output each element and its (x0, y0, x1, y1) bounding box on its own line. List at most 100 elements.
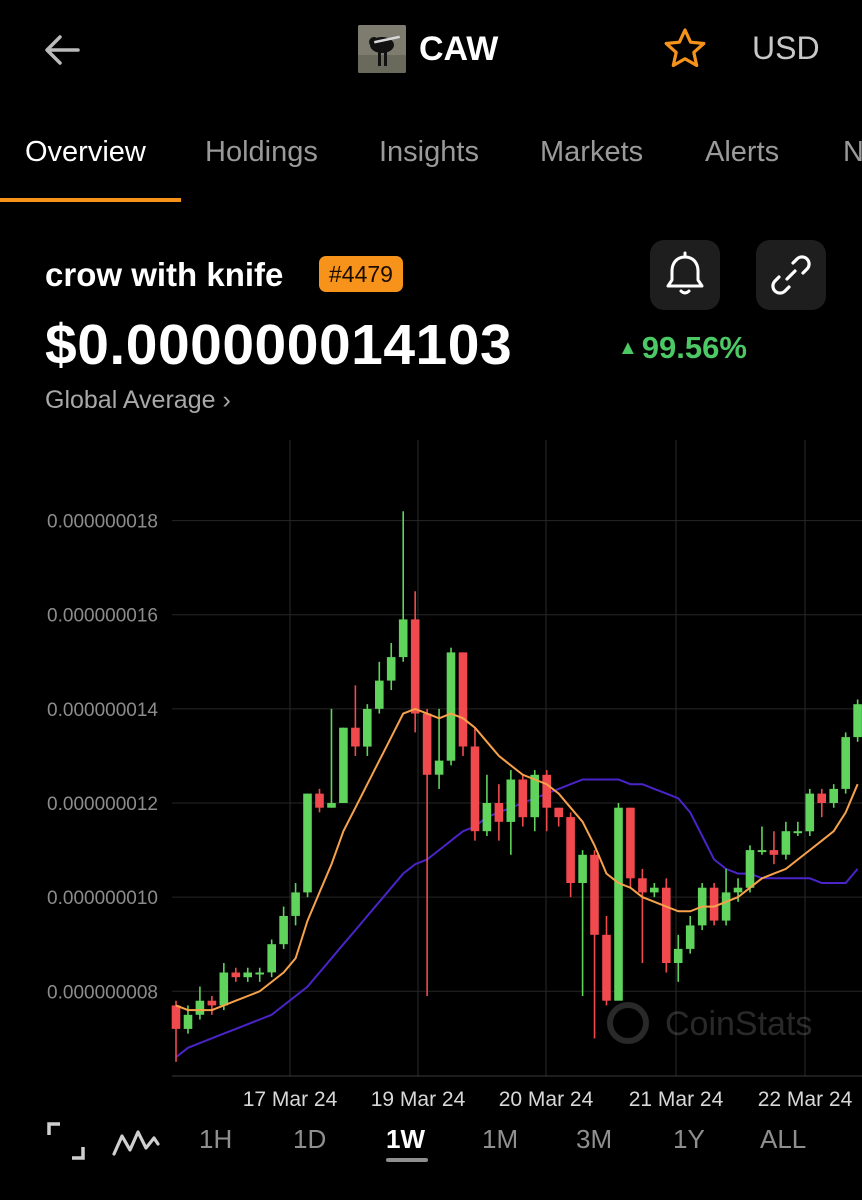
candle-body (638, 878, 647, 893)
candle-body (853, 704, 862, 738)
rank-badge: #4479 (319, 256, 403, 292)
tab-alerts[interactable]: Alerts (705, 136, 779, 169)
timeframe-bar: 1H 1D 1W 1M 3M 1Y ALL (0, 1112, 862, 1172)
timeframe-1m[interactable]: 1M (482, 1124, 518, 1155)
currency-selector[interactable]: USD (752, 30, 820, 67)
line-chart-icon[interactable] (112, 1124, 160, 1158)
timeframe-1h[interactable]: 1H (199, 1124, 232, 1155)
y-axis-tick-label: 0.000000010 (47, 888, 158, 909)
candle-body (829, 788, 838, 803)
candle-body (458, 652, 468, 747)
top-bar: CAW USD (0, 0, 862, 100)
x-axis-tick-label: 19 Mar 24 (371, 1088, 466, 1111)
candle-body (590, 854, 599, 935)
coin-price: $0.000000014103 (45, 313, 513, 377)
chevron-right-icon: › (222, 386, 231, 414)
candle-body (470, 746, 480, 832)
global-average-label: Global Average (45, 386, 216, 414)
tab-insights[interactable]: Insights (379, 136, 479, 169)
candle-body (626, 807, 635, 879)
active-timeframe-indicator (386, 1158, 428, 1162)
candle-body (733, 887, 743, 893)
share-link-button[interactable] (756, 240, 826, 310)
x-axis-tick-label: 17 Mar 24 (243, 1088, 338, 1111)
candle-body (554, 807, 563, 818)
candle-body (386, 657, 396, 681)
candle-body (578, 854, 587, 883)
candle-body (398, 619, 408, 658)
timeframe-1y[interactable]: 1Y (673, 1124, 705, 1155)
candle-body (709, 887, 719, 921)
tab-news[interactable]: N (843, 136, 862, 169)
candle-body (339, 727, 348, 803)
candle-body (781, 831, 791, 855)
candle-body (614, 807, 623, 1001)
coin-title: CAW (358, 24, 498, 74)
alert-button[interactable] (650, 240, 720, 310)
candle-body (446, 652, 456, 761)
timeframe-all[interactable]: ALL (760, 1124, 806, 1155)
price-chart[interactable]: 0.000000018 0.000000016 0.000000014 0.00000… (0, 440, 862, 1120)
candle-body (219, 972, 229, 1006)
candle-body (542, 774, 551, 808)
candle-body (817, 793, 826, 803)
y-axis-tick-label: 0.000000008 (47, 982, 158, 1003)
candle-body (303, 793, 312, 893)
global-average-link[interactable]: Global Average › (45, 386, 231, 415)
tab-holdings[interactable]: Holdings (205, 136, 318, 169)
candle-body (662, 887, 671, 963)
candle-body (231, 972, 241, 978)
bell-icon (666, 251, 704, 295)
candle-body (171, 1005, 181, 1029)
candle-body (685, 925, 695, 949)
timeframe-1w[interactable]: 1W (386, 1124, 425, 1155)
up-triangle-icon: ▲ (618, 337, 638, 359)
candle-body (410, 619, 420, 714)
tab-markets[interactable]: Markets (540, 136, 643, 169)
candlestick-chart[interactable]: 0.000000018 0.000000016 0.000000014 0.00000… (0, 440, 862, 1120)
candle-body (422, 713, 432, 775)
x-axis-tick-label: 21 Mar 24 (629, 1088, 724, 1111)
candle-body (494, 803, 504, 822)
coin-name: crow with knife (45, 256, 284, 293)
link-icon (771, 255, 811, 295)
y-axis-tick-label: 0.000000012 (47, 794, 158, 815)
timeframe-3m[interactable]: 3M (576, 1124, 612, 1155)
candle-body (805, 793, 815, 832)
x-axis-tick-label: 20 Mar 24 (499, 1088, 594, 1111)
tab-bar: Overview Holdings Insights Markets Alert… (0, 120, 862, 204)
active-tab-indicator (0, 198, 181, 202)
candle-body (363, 708, 372, 747)
candle-body (375, 680, 384, 709)
candle-body (207, 1000, 217, 1006)
candle-body (243, 972, 252, 978)
moving-average-fast (175, 707, 859, 1012)
candle-body (566, 817, 575, 883)
candle-body (327, 803, 336, 808)
candle-body (267, 944, 276, 973)
timeframe-1d[interactable]: 1D (293, 1124, 326, 1155)
arrow-left-icon[interactable] (40, 28, 84, 72)
expand-icon[interactable] (47, 1122, 85, 1160)
candle-body (518, 779, 528, 818)
candle-body (793, 831, 803, 834)
x-axis-tick-label: 22 Mar 24 (758, 1088, 853, 1111)
y-axis-tick-label: 0.000000018 (47, 512, 158, 533)
star-icon[interactable] (662, 26, 708, 72)
candle-body (255, 972, 264, 975)
coin-symbol: CAW (419, 29, 499, 68)
candle-body (745, 850, 755, 888)
coinstats-watermark: CoinStats (607, 1002, 812, 1044)
price-change-value: 99.56% (641, 330, 747, 365)
tab-overview[interactable]: Overview (25, 136, 146, 169)
candle-body (434, 760, 444, 775)
candle-body (602, 934, 611, 1001)
candle-body (769, 850, 779, 855)
candle-body (506, 779, 516, 822)
y-axis-tick-label: 0.000000016 (47, 606, 158, 627)
candle-body (673, 948, 683, 963)
price-change: ▲ 99.56% (618, 330, 747, 366)
candle-body (279, 916, 288, 945)
candle-body (195, 1000, 205, 1015)
candle-body (841, 737, 850, 789)
